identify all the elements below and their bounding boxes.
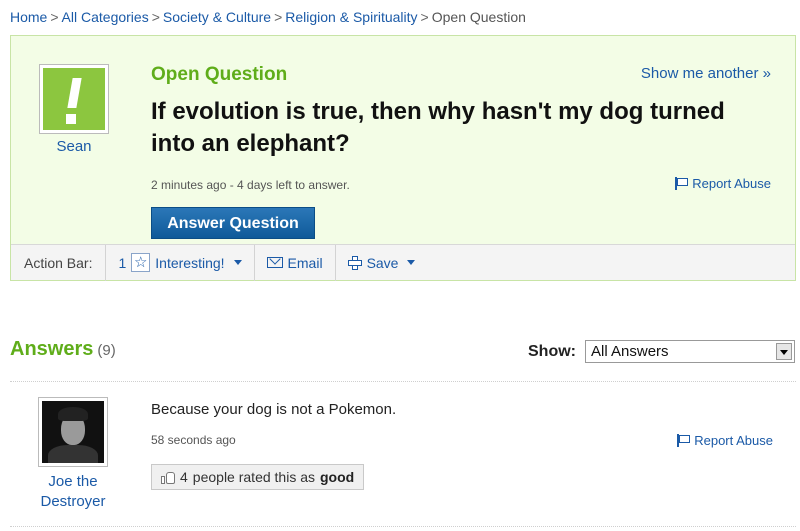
interesting-button[interactable]: 1 ☆ Interesting! <box>106 244 255 281</box>
divider <box>10 381 796 382</box>
action-bar-label: Action Bar: <box>11 244 107 281</box>
show-another-link[interactable]: Show me another » <box>641 65 771 82</box>
breadcrumb-religion-spirituality[interactable]: Religion & Spirituality <box>285 9 417 25</box>
breadcrumb-separator: > <box>420 9 429 25</box>
answers-heading: Answers (9) <box>10 338 116 361</box>
report-abuse-label: Report Abuse <box>694 433 773 448</box>
answers-heading-label: Answers <box>10 338 94 360</box>
breadcrumb-society-culture[interactable]: Society & Culture <box>163 9 271 25</box>
interesting-label: Interesting! <box>155 254 225 271</box>
action-bar: Action Bar: 1 ☆ Interesting! Email Save <box>11 244 795 281</box>
thumbs-up-icon <box>161 471 175 484</box>
email-label: Email <box>287 254 323 271</box>
breadcrumb-current: Open Question <box>431 9 526 25</box>
answerer-name-line1: Joe the <box>48 473 98 490</box>
breadcrumb-home[interactable]: Home <box>10 9 47 25</box>
save-label: Save <box>366 254 399 271</box>
answers-count: (9) <box>97 342 116 359</box>
answer-meta: 58 seconds ago <box>151 433 236 447</box>
chevron-down-icon[interactable] <box>233 260 242 265</box>
answerer-name-line2: Destroyer <box>40 493 106 510</box>
breadcrumb-separator: > <box>274 9 283 25</box>
flag-icon <box>677 434 691 447</box>
chevron-down-icon[interactable] <box>407 260 416 265</box>
answers-filter-value: All Answers <box>591 343 669 360</box>
chevron-down-icon[interactable] <box>776 343 792 360</box>
rating-prefix: people rated this as <box>192 469 315 485</box>
answers-filter-select[interactable]: All Answers <box>585 340 795 363</box>
save-button[interactable]: Save <box>336 245 428 281</box>
star-icon: ☆ <box>131 253 151 272</box>
answer-rating[interactable]: 4 people rated this as good <box>151 464 365 490</box>
breadcrumb-separator: > <box>151 9 160 25</box>
answerer-avatar[interactable] <box>38 397 108 467</box>
question-status: Open Question <box>151 64 288 85</box>
plus-icon <box>347 255 362 270</box>
breadcrumb-separator: > <box>50 9 59 25</box>
divider <box>10 526 796 527</box>
question-card: Sean Open Question Show me another » If … <box>10 35 796 281</box>
report-abuse-label: Report Abuse <box>692 176 771 191</box>
answerer-name[interactable]: Joe the Destroyer <box>30 472 116 512</box>
breadcrumb-all-categories[interactable]: All Categories <box>62 9 149 25</box>
envelope-icon <box>266 257 283 268</box>
interesting-count: 1 <box>118 254 127 271</box>
report-abuse-answer[interactable]: Report Abuse <box>677 433 773 448</box>
show-filter-label: Show: <box>528 343 576 360</box>
breadcrumb: Home > All Categories > Society & Culture > Re… <box>10 9 526 25</box>
email-button[interactable]: Email <box>255 244 336 281</box>
rating-count: 4 <box>180 469 188 485</box>
question-title: If evolution is true, then why hasn't my… <box>151 98 725 157</box>
question-meta: 2 minutes ago - 4 days left to answer. <box>151 178 350 192</box>
answer-question-button[interactable]: Answer Question <box>151 207 315 239</box>
exclamation-avatar-icon <box>43 68 105 130</box>
user-photo <box>42 401 104 463</box>
asker-avatar[interactable] <box>39 64 109 134</box>
asker-name[interactable]: Sean <box>39 138 109 155</box>
rating-word: good <box>320 469 355 485</box>
answer-text: Because your dog is not a Pokemon. <box>151 401 397 418</box>
report-abuse-question[interactable]: Report Abuse <box>675 176 771 191</box>
flag-icon <box>675 177 689 190</box>
